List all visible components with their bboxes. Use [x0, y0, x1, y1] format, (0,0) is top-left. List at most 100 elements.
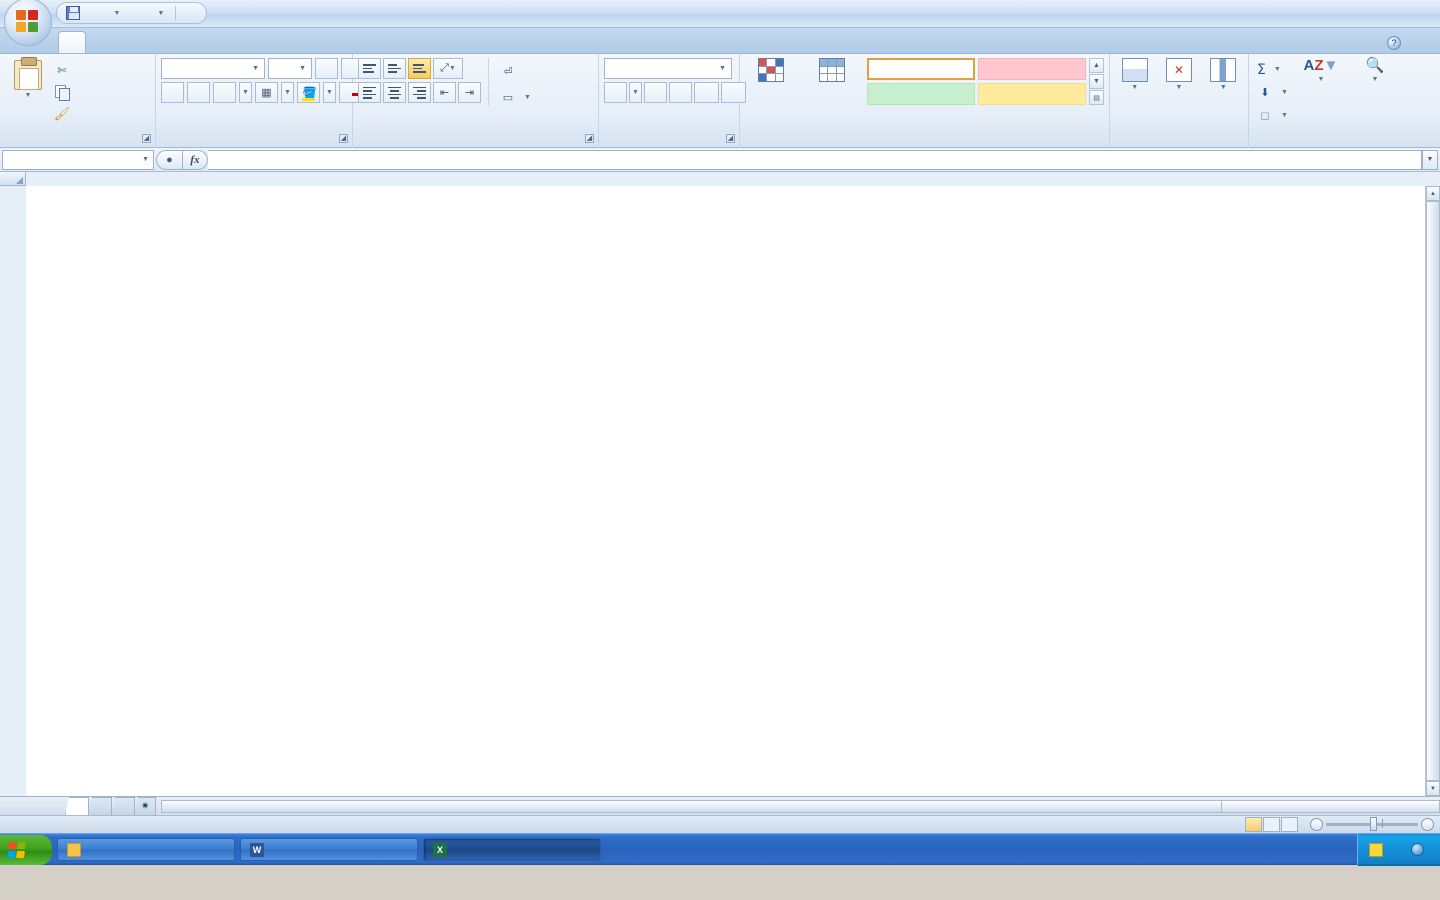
paste-button[interactable]: ▼ — [5, 57, 51, 99]
customize-qat-button[interactable] — [180, 4, 200, 22]
borders-button[interactable]: ▦ — [255, 82, 278, 103]
zoom-thumb[interactable] — [1370, 817, 1377, 831]
vertical-scroll-thumb[interactable] — [1426, 201, 1440, 781]
format-as-table-button[interactable] — [806, 58, 858, 82]
wrap-text-button[interactable]: ⏎ — [496, 60, 535, 82]
styles-more-button[interactable]: ▤ — [1089, 90, 1104, 105]
clear-button[interactable]: ◻ ▼ — [1254, 105, 1291, 126]
tab-home[interactable] — [58, 31, 86, 53]
zoom-in-button[interactable] — [1421, 818, 1434, 831]
fill-color-button[interactable]: 🪣 — [297, 82, 320, 103]
vertical-scrollbar[interactable]: ▲ ▼ — [1425, 186, 1440, 796]
fill-color-dropdown[interactable]: ▼ — [323, 82, 336, 103]
currency-button[interactable] — [604, 82, 627, 103]
align-left-button[interactable] — [358, 82, 381, 103]
prev-sheet-button[interactable] — [18, 799, 32, 814]
comma-button[interactable] — [669, 82, 692, 103]
first-sheet-button[interactable] — [3, 799, 17, 814]
taskbar-item-word-doc[interactable]: W — [240, 838, 418, 861]
maximize-button[interactable] — [1381, 3, 1407, 21]
save-button[interactable] — [63, 4, 83, 22]
sheet-tab-sheet1[interactable] — [65, 797, 89, 815]
borders-dropdown[interactable]: ▼ — [281, 82, 294, 103]
page-break-view-button[interactable] — [1281, 817, 1298, 832]
tab-view[interactable] — [226, 31, 254, 53]
alignment-dialog-launcher[interactable]: ◢ — [585, 134, 594, 143]
conditional-formatting-button[interactable] — [745, 58, 797, 82]
fill-button[interactable]: ⬇ ▼ — [1254, 82, 1291, 103]
undo-dropdown[interactable]: ▼ — [107, 4, 127, 22]
network-tray-icon[interactable] — [1390, 843, 1404, 857]
italic-button[interactable] — [187, 82, 210, 103]
bold-button[interactable] — [161, 82, 184, 103]
minimize-button[interactable] — [1352, 3, 1378, 21]
number-format-combo[interactable]: ▼ — [604, 58, 732, 79]
copy-button[interactable] — [51, 82, 77, 102]
cell-style-normal[interactable] — [867, 58, 975, 80]
name-box[interactable]: ▼ — [2, 149, 154, 170]
font-dialog-launcher[interactable]: ◢ — [339, 134, 348, 143]
sheet-tab-sheet3[interactable] — [111, 797, 135, 815]
taskbar-item-excel[interactable]: X — [423, 838, 601, 861]
undo-button[interactable] — [85, 4, 105, 22]
normal-view-button[interactable] — [1245, 817, 1262, 832]
expand-formula-bar-button[interactable]: ▼ — [1422, 149, 1438, 170]
last-sheet-button[interactable] — [48, 799, 62, 814]
styles-scroll-down[interactable]: ▼ — [1089, 74, 1104, 89]
next-sheet-button[interactable] — [33, 799, 47, 814]
tab-data[interactable] — [170, 31, 198, 53]
redo-dropdown[interactable]: ▼ — [151, 4, 171, 22]
clipboard-dialog-launcher[interactable]: ◢ — [142, 134, 151, 143]
delete-cells-button[interactable]: ✕ ▼ — [1159, 58, 1198, 93]
tab-insert[interactable] — [86, 31, 114, 53]
help-tray-icon[interactable] — [1369, 842, 1383, 857]
scroll-down-button[interactable]: ▼ — [1426, 781, 1440, 796]
styles-gallery-scrollbar[interactable]: ▲ ▼ ▤ — [1089, 58, 1104, 105]
tab-review[interactable] — [198, 31, 226, 53]
merge-center-button[interactable]: ▭ ▼ — [496, 86, 535, 108]
number-dialog-launcher[interactable]: ◢ — [726, 134, 735, 143]
cut-button[interactable]: ✄ — [51, 60, 77, 80]
help-icon[interactable]: ? — [1387, 36, 1401, 50]
align-middle-button[interactable] — [383, 58, 406, 79]
styles-scroll-up[interactable]: ▲ — [1089, 58, 1104, 73]
underline-button[interactable] — [213, 82, 236, 103]
cell-style-good[interactable] — [867, 83, 975, 105]
redo-button[interactable] — [129, 4, 149, 22]
insert-cells-button[interactable]: ▼ — [1115, 58, 1154, 93]
increase-decimal-button[interactable] — [694, 82, 719, 103]
cells-area[interactable] — [26, 186, 1425, 796]
sort-filter-button[interactable]: AZ▼ ▼ — [1297, 58, 1345, 85]
cell-style-neutral[interactable] — [978, 83, 1086, 105]
percent-button[interactable] — [644, 82, 667, 103]
currency-dropdown[interactable]: ▼ — [629, 82, 642, 103]
align-bottom-button[interactable] — [408, 58, 431, 79]
cancel-formula-button[interactable]: ● — [156, 149, 182, 170]
sheet-tab-sheet2[interactable] — [88, 797, 112, 815]
tab-formulas[interactable] — [142, 31, 170, 53]
zoom-out-button[interactable] — [1310, 818, 1323, 831]
horizontal-scroll-thumb[interactable] — [162, 800, 1222, 812]
office-button[interactable] — [4, 0, 52, 46]
scroll-up-button[interactable]: ▲ — [1426, 186, 1440, 201]
format-painter-button[interactable]: 🖌 — [51, 104, 77, 124]
decrease-indent-button[interactable]: ⇤ — [433, 82, 456, 103]
cell-style-bad[interactable] — [978, 58, 1086, 80]
autosum-button[interactable]: Σ ▼ — [1254, 59, 1291, 80]
tab-page-layout[interactable] — [114, 31, 142, 53]
taskbar-item-my-documents[interactable] — [57, 838, 235, 861]
horizontal-scrollbar[interactable] — [155, 799, 1440, 814]
align-right-button[interactable] — [408, 82, 431, 103]
page-layout-view-button[interactable] — [1263, 817, 1280, 832]
formula-input[interactable] — [208, 149, 1422, 170]
format-cells-button[interactable]: ▼ — [1204, 58, 1243, 93]
select-all-button[interactable] — [0, 172, 26, 186]
insert-worksheet-button[interactable]: ✷ — [134, 797, 157, 815]
zoom-slider[interactable] — [1310, 817, 1434, 831]
align-top-button[interactable] — [358, 58, 381, 79]
underline-dropdown[interactable]: ▼ — [239, 82, 252, 103]
find-select-button[interactable]: 🔍 ▼ — [1351, 58, 1399, 85]
orientation-button[interactable]: ⤢ ▼ — [433, 58, 463, 79]
font-name-combo[interactable]: ▼ — [161, 58, 265, 79]
grow-font-button[interactable] — [315, 58, 338, 79]
